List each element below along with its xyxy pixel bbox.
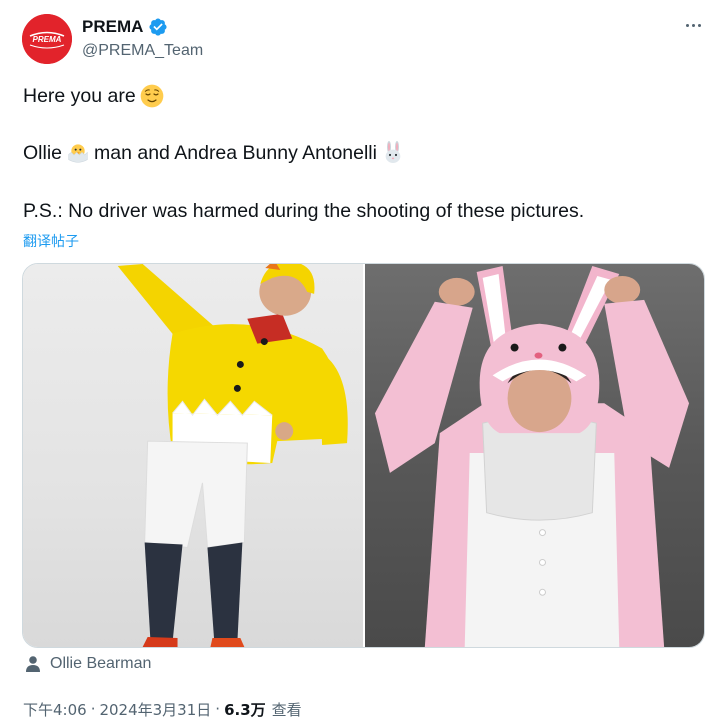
bunny-costume-illustration <box>374 265 690 647</box>
tweet-line-2-start: Ollie <box>23 142 63 164</box>
views-count[interactable]: 6.3万 <box>224 699 266 720</box>
svg-text:PREMA: PREMA <box>33 35 62 44</box>
chick-costume-illustration <box>117 264 348 647</box>
dot-icon <box>691 23 695 27</box>
tweet-meta: 下午4:06 · 2024年3月31日 · 6.3万 查看 <box>23 697 302 721</box>
tweet-line-3: P.S.: No driver was harmed during the sh… <box>23 197 584 225</box>
tweet-date[interactable]: 2024年3月31日 <box>99 699 211 720</box>
tweet-line-2: Ollie man and Andrea Bunny Antonelli <box>23 139 409 167</box>
tweet-line-2-end: man and Andrea Bunny Antonelli <box>94 142 377 164</box>
author-handle[interactable]: @PREMA_Team <box>82 42 203 60</box>
tweet-line-1-text: Here you are <box>23 85 136 107</box>
dot-icon <box>685 23 689 27</box>
tweet-time[interactable]: 下午4:06 <box>23 699 87 720</box>
translate-post-link[interactable]: 翻译帖子 <box>23 231 79 251</box>
author-name-row[interactable]: PREMA <box>82 15 168 39</box>
prema-logo: PREMA <box>22 14 72 64</box>
rabbit-icon <box>385 141 401 163</box>
relieved-face-icon <box>140 84 164 108</box>
tweet-line-1: Here you are <box>23 82 168 110</box>
media-grid <box>22 263 705 648</box>
photo-chick-costume[interactable] <box>23 264 363 647</box>
display-name[interactable]: PREMA <box>82 17 143 37</box>
tweet-line-3-text: P.S.: No driver was harmed during the sh… <box>23 200 585 222</box>
views-label[interactable]: 查看 <box>272 699 302 720</box>
more-options-button[interactable] <box>682 14 704 36</box>
tagged-person-name[interactable]: Ollie Bearman <box>50 655 151 673</box>
verified-badge-icon <box>149 18 167 36</box>
dot-icon <box>697 23 701 27</box>
tagged-people[interactable]: Ollie Bearman <box>24 652 151 676</box>
photo-bunny-costume[interactable] <box>365 264 704 647</box>
hatching-chick-icon <box>68 144 88 163</box>
meta-separator: · <box>215 700 221 718</box>
person-icon <box>26 656 40 672</box>
meta-separator: · <box>90 700 96 718</box>
avatar[interactable]: PREMA <box>22 14 72 64</box>
